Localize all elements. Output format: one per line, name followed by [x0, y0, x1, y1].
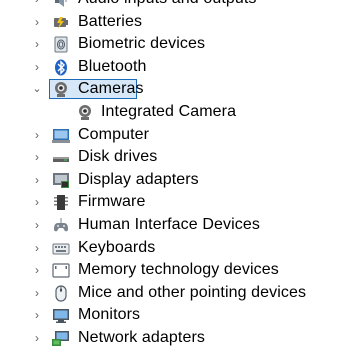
tree-item-label: Bluetooth: [78, 57, 147, 75]
tree-item-integrated-camera[interactable]: Integrated Camera: [0, 101, 343, 124]
memory-card-icon: [52, 262, 70, 279]
mouse-icon: [52, 285, 70, 302]
fingerprint-icon: [52, 36, 70, 53]
tree-item-label: Batteries: [78, 12, 143, 30]
device-tree: › Audio inputs and outputs › Batteries ›: [0, 0, 343, 350]
webcam-icon: [76, 104, 94, 121]
tree-item-label: Network adapters: [78, 328, 205, 346]
tree-item-label: Monitors: [78, 306, 141, 324]
network-adapter-icon: [52, 330, 70, 347]
tree-item-human-interface-devices[interactable]: › Human Interface Devices: [0, 214, 343, 237]
tree-item-cameras[interactable]: ⌄ Cameras: [0, 78, 343, 101]
tree-item-label: Keyboards: [78, 238, 156, 256]
tree-item-label: Computer: [78, 125, 150, 143]
webcam-icon: [52, 81, 70, 98]
chevron-right-icon[interactable]: ›: [31, 169, 43, 192]
battery-icon: [52, 14, 70, 31]
tree-item-keyboards[interactable]: › Keyboards: [0, 237, 343, 260]
chevron-right-icon[interactable]: ›: [31, 304, 43, 327]
tree-item-audio-inputs-and-outputs[interactable]: › Audio inputs and outputs: [0, 0, 343, 11]
tree-item-mice-and-other-pointing-devices[interactable]: › Mice and other pointing devices: [0, 282, 343, 305]
chevron-right-icon[interactable]: ›: [31, 0, 43, 11]
tree-item-label: Disk drives: [78, 148, 158, 166]
tree-item-label: Human Interface Devices: [78, 215, 260, 233]
tree-item-label: Display adapters: [78, 170, 199, 188]
chevron-down-icon[interactable]: ⌄: [31, 78, 43, 101]
speaker-icon: [52, 0, 70, 8]
chevron-right-icon[interactable]: ›: [31, 259, 43, 282]
chevron-right-icon[interactable]: ›: [31, 214, 43, 237]
tree-item-label: Cameras: [78, 80, 144, 98]
chevron-right-icon[interactable]: ›: [31, 11, 43, 34]
chevron-right-icon[interactable]: ›: [31, 237, 43, 260]
monitor-icon: [52, 307, 70, 324]
tree-item-label: Audio inputs and outputs: [78, 0, 257, 11]
chevron-right-icon[interactable]: ›: [31, 33, 43, 56]
tree-item-biometric-devices[interactable]: › Biometric devices: [0, 33, 343, 56]
tree-item-computer[interactable]: › Computer: [0, 124, 343, 147]
bluetooth-icon: [52, 59, 70, 76]
computer-icon: [52, 127, 70, 144]
tree-item-batteries[interactable]: › Batteries: [0, 11, 343, 34]
tree-item-firmware[interactable]: › Firmware: [0, 191, 343, 214]
tree-item-network-adapters[interactable]: › Network adapters: [0, 327, 343, 350]
tree-item-label: Memory technology devices: [78, 261, 279, 279]
tree-item-bluetooth[interactable]: › Bluetooth: [0, 56, 343, 79]
tree-item-display-adapters[interactable]: › Display adapters: [0, 169, 343, 192]
chevron-right-icon[interactable]: ›: [31, 282, 43, 305]
chevron-right-icon[interactable]: ›: [31, 56, 43, 79]
firmware-icon: [52, 194, 70, 211]
tree-item-label: Firmware: [78, 193, 146, 211]
hid-icon: [52, 217, 70, 234]
tree-item-memory-technology-devices[interactable]: › Memory technology devices: [0, 259, 343, 282]
tree-item-monitors[interactable]: › Monitors: [0, 304, 343, 327]
chevron-right-icon[interactable]: ›: [31, 124, 43, 147]
chevron-right-icon[interactable]: ›: [31, 327, 43, 350]
chevron-right-icon[interactable]: ›: [31, 191, 43, 214]
tree-item-disk-drives[interactable]: › Disk drives: [0, 146, 343, 169]
tree-item-label: Biometric devices: [78, 35, 206, 53]
keyboard-icon: [52, 240, 70, 257]
disk-drive-icon: [52, 149, 70, 166]
display-adapter-icon: [52, 172, 70, 189]
tree-item-label: Integrated Camera: [101, 102, 237, 120]
chevron-right-icon[interactable]: ›: [31, 146, 43, 169]
tree-item-label: Mice and other pointing devices: [78, 283, 307, 301]
